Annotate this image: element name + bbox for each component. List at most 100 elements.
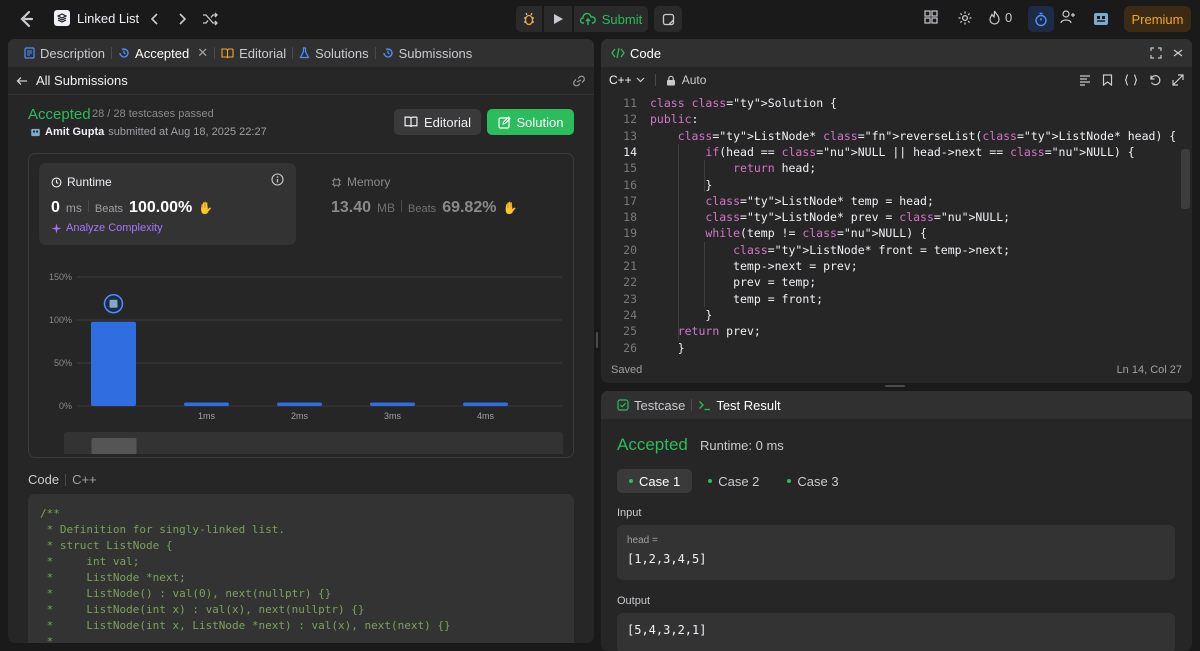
code-line[interactable]: }: [650, 177, 712, 193]
leetcode-logo-icon[interactable]: [16, 9, 36, 29]
book-icon: [404, 116, 418, 128]
settings-gear-icon[interactable]: [957, 10, 973, 26]
layout-grid-icon[interactable]: [924, 10, 938, 24]
info-icon[interactable]: [271, 173, 284, 189]
fire-icon: [989, 10, 1000, 25]
code-line[interactable]: prev = temp;: [650, 274, 816, 290]
memory-label: Memory: [331, 175, 390, 189]
line-number: 20: [623, 242, 637, 257]
expand-icon[interactable]: [1172, 74, 1184, 86]
all-submissions-link[interactable]: All Submissions: [8, 67, 594, 95]
line-number: 13: [623, 128, 637, 143]
runtime-value-row: 0 ms Beats 100.00% ✋: [51, 199, 213, 217]
next-problem-icon[interactable]: [173, 10, 191, 28]
reset-icon[interactable]: [1149, 74, 1161, 86]
tab-editorial[interactable]: Editorial: [215, 46, 292, 61]
solution-button[interactable]: Solution: [487, 109, 574, 135]
code-label: Code: [28, 472, 60, 487]
input-label: Input: [617, 507, 642, 519]
case-tab-1[interactable]: Case 1: [617, 469, 693, 493]
run-icon[interactable]: [544, 6, 572, 32]
memory-chip-icon: [331, 177, 342, 187]
timer-icon[interactable]: [1028, 6, 1054, 32]
runtime-distribution-chart[interactable]: 0% 50% 100% 150% 1ms 2ms 3ms 4ms 1ms 2ms 3ms 4ms: [37, 254, 567, 454]
language-select[interactable]: C++: [609, 73, 645, 87]
left-tab-bar: Description Accepted ✕ Editorial Solution…: [8, 39, 594, 67]
code-line[interactable]: temp->next = prev;: [650, 258, 858, 274]
code-line[interactable]: while(temp != class="nu">NULL) {: [650, 225, 927, 241]
code-line[interactable]: class="ty">ListNode* class="fn">reverseL…: [650, 128, 1177, 144]
code-line[interactable]: public:: [650, 111, 698, 127]
maximize-icon[interactable]: [1150, 47, 1162, 59]
tab-accepted[interactable]: Accepted ✕: [112, 45, 214, 61]
code-line[interactable]: temp = front;: [650, 291, 823, 307]
chevron-down-icon: [636, 77, 645, 83]
code-line[interactable]: class class="ty">Solution {: [650, 95, 837, 111]
tab-submissions[interactable]: Submissions: [376, 46, 479, 61]
code-editor[interactable]: 11 class class="ty">Solution { 12 public: 13…: [601, 95, 1192, 357]
code-line[interactable]: return prev;: [650, 323, 761, 339]
case-tab-2[interactable]: Case 2: [696, 469, 771, 493]
debug-icon[interactable]: [516, 6, 542, 32]
line-number: 12: [623, 112, 637, 127]
code-line[interactable]: return head;: [650, 160, 816, 176]
prev-problem-icon[interactable]: [146, 10, 164, 28]
beats-label: Beats: [94, 203, 124, 215]
tab-description[interactable]: Description: [18, 46, 111, 61]
result-status: Accepted: [617, 435, 688, 454]
submit-label: Submit: [601, 11, 643, 27]
navigator-bar: [91, 438, 137, 454]
chart-bar: [370, 402, 415, 406]
cloud-upload-icon: [579, 12, 596, 25]
chart-bar: [277, 402, 322, 406]
line-number: 25: [623, 324, 637, 339]
tab-solutions[interactable]: Solutions: [293, 46, 374, 61]
navigator-label: 4ms: [477, 453, 493, 454]
close-tab-icon[interactable]: ✕: [197, 45, 208, 61]
analyze-complexity-link[interactable]: Analyze Complexity: [51, 222, 163, 234]
clock-icon: [51, 177, 62, 187]
code-line[interactable]: class="ty">ListNode* prev = class="nu">N…: [650, 209, 1010, 225]
username[interactable]: Amit Gupta: [45, 126, 104, 138]
submit-button[interactable]: Submit: [574, 6, 648, 32]
code-line[interactable]: class="ty">ListNode* front = temp->next;: [650, 242, 1010, 258]
x-tick-label: 2ms: [291, 411, 309, 421]
resize-handle[interactable]: [885, 385, 905, 387]
notes-icon[interactable]: [654, 6, 682, 32]
tab-testcase[interactable]: Testcase: [611, 398, 691, 413]
avatar[interactable]: [1092, 10, 1110, 28]
tab-test-result[interactable]: Test Result: [692, 398, 786, 413]
format-icon[interactable]: [1079, 74, 1091, 86]
streak-counter[interactable]: 0: [988, 10, 1012, 25]
code-line[interactable]: }: [650, 340, 685, 356]
editor-actions: [1079, 74, 1184, 86]
input-value: [1,2,3,4,5]: [627, 552, 707, 566]
code-line[interactable]: }: [650, 307, 712, 323]
premium-button[interactable]: Premium: [1124, 6, 1191, 32]
pass-dot: [629, 479, 633, 483]
bookmark-icon[interactable]: [1102, 74, 1113, 86]
streak-count: 0: [1005, 10, 1013, 25]
pass-dot: [708, 479, 713, 483]
sparkle-icon: [51, 223, 62, 233]
case-tab-3[interactable]: Case 3: [775, 469, 850, 493]
line-number: 22: [623, 275, 637, 290]
runtime-card[interactable]: Runtime 0 ms Beats 100.00% ✋ Analyze Com…: [39, 163, 296, 245]
braces-icon[interactable]: [1124, 74, 1138, 86]
submitted-code[interactable]: /** * Definition for singly-linked list.…: [28, 494, 574, 643]
editor-toolbar: C++ Auto: [601, 67, 1192, 93]
collapse-icon[interactable]: [1172, 47, 1184, 59]
autocomplete-mode[interactable]: Auto: [682, 73, 707, 87]
editor-scrollbar[interactable]: [1181, 149, 1190, 209]
memory-unit: MB: [377, 201, 396, 215]
editorial-button[interactable]: Editorial: [394, 109, 481, 135]
top-bar: Linked List Submit 0 Premium: [0, 0, 1200, 38]
code-line[interactable]: class="ty">ListNode* temp = head;: [650, 193, 934, 209]
shuffle-icon[interactable]: [201, 10, 219, 28]
problem-list-button[interactable]: Linked List: [54, 10, 139, 26]
code-line[interactable]: if(head == class="nu">NULL || head->next…: [650, 144, 1134, 160]
memory-card[interactable]: Memory 13.40 MB Beats 69.82% ✋: [319, 163, 559, 245]
add-friend-icon[interactable]: [1060, 10, 1076, 24]
vertical-resize-handle[interactable]: [596, 332, 598, 348]
line-number: 11: [623, 96, 637, 110]
